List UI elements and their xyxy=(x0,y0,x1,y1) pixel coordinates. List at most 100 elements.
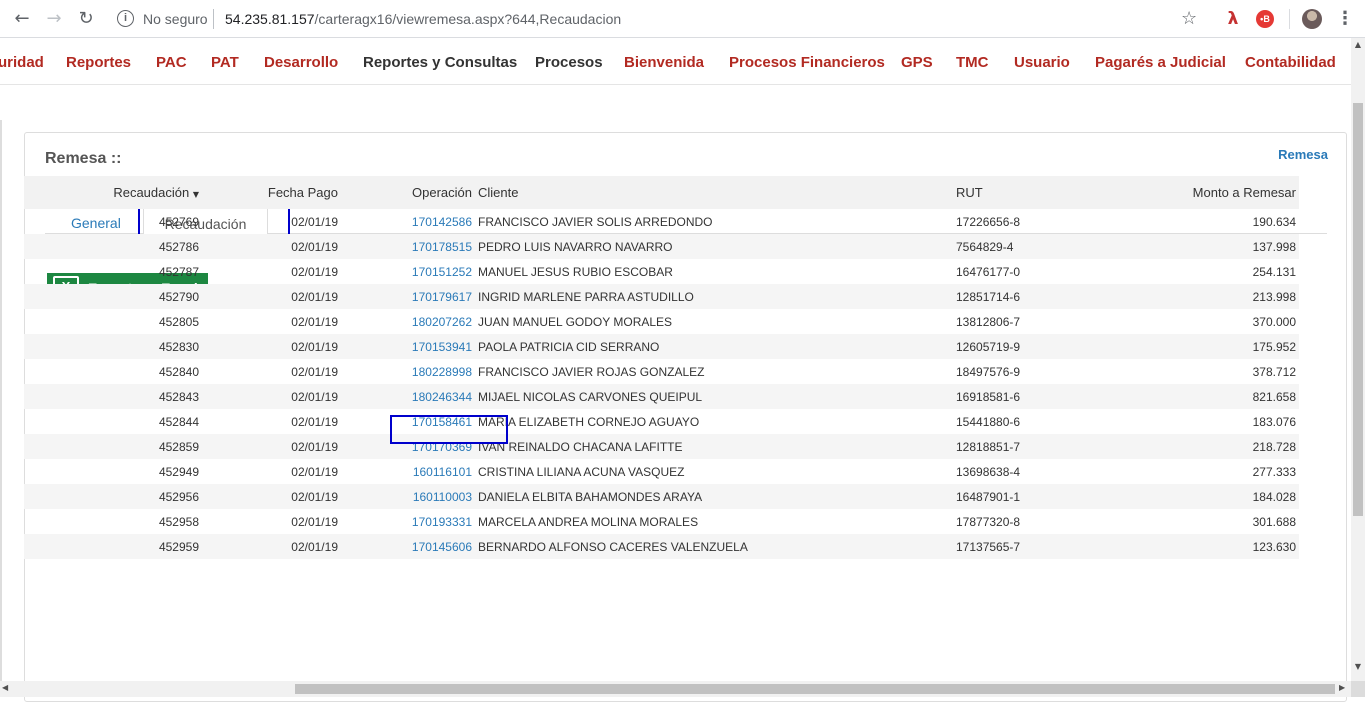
cell-rut: 12851714-6 xyxy=(953,284,1128,309)
vertical-scrollbar[interactable]: ▲ ▼ xyxy=(1351,38,1365,681)
operacion-link[interactable]: 170178515 xyxy=(412,240,472,254)
cell-monto: 183.076 xyxy=(1252,414,1296,429)
profile-avatar[interactable] xyxy=(1302,9,1322,29)
cell-monto: 184.028 xyxy=(1128,484,1299,509)
horizontal-scroll-thumb[interactable] xyxy=(295,684,1335,694)
nav-item-pac[interactable]: PAC xyxy=(156,54,187,71)
cell-rut: 15441880-6 xyxy=(956,414,1021,429)
cell-rut: 17137565-7 xyxy=(953,534,1128,559)
operacion-link[interactable]: 170145606 xyxy=(412,540,472,554)
extension-badge-icon[interactable]: •B xyxy=(1256,10,1274,28)
column-header-fecha-pago[interactable]: Fecha Pago xyxy=(202,176,341,209)
nav-item-tmc[interactable]: TMC xyxy=(956,54,989,71)
scroll-left-icon[interactable]: ◀ xyxy=(2,683,8,692)
left-border xyxy=(0,120,2,681)
table-row: 452840 02/01/19 180228998 FRANCISCO JAVIER … xyxy=(24,359,1299,384)
table-row: 452844 02/01/19 170158461 MARIA ELIZABETH C… xyxy=(24,409,1299,434)
pdf-extension-icon[interactable]: λ xyxy=(1224,9,1242,29)
nav-item-contabilidad[interactable]: Contabilidad xyxy=(1245,54,1336,71)
cell-recaudacion: 452859 xyxy=(24,434,202,459)
cell-fecha-pago: 02/01/19 xyxy=(291,514,338,529)
cell-monto: 137.998 xyxy=(1128,234,1299,259)
nav-item-reportes[interactable]: Reportes xyxy=(66,54,131,71)
operacion-link[interactable]: 170153941 xyxy=(412,340,472,354)
cell-fecha-pago: 02/01/19 xyxy=(291,264,338,279)
cell-cliente: MARIA ELIZABETH CORNEJO AGUAYO xyxy=(478,414,700,429)
back-arrow-icon[interactable]: ← xyxy=(11,8,33,30)
table-header-row: Recaudación ▼ Fecha Pago Operación Clien… xyxy=(24,176,1299,209)
scroll-right-icon[interactable]: ▶ xyxy=(1339,683,1345,692)
cell-cliente: MARCELA ANDREA MOLINA MORALES xyxy=(478,514,699,529)
table-row: 452959 02/01/19 170145606 BERNARDO ALFONSO … xyxy=(24,534,1299,559)
remesa-link[interactable]: Remesa xyxy=(1278,147,1328,162)
cell-fecha-pago: 02/01/19 xyxy=(291,364,338,379)
operacion-link[interactable]: 170179617 xyxy=(412,290,472,304)
column-header-rut[interactable]: RUT xyxy=(953,176,1128,209)
cell-operacion: 170151252 xyxy=(341,259,475,284)
nav-item-pagares-judicial[interactable]: Pagarés a Judicial xyxy=(1095,54,1226,71)
nav-item-desarrollo[interactable]: Desarrollo xyxy=(264,54,338,71)
scroll-up-icon[interactable]: ▲ xyxy=(1351,40,1365,52)
cell-monto: 378.712 xyxy=(1252,364,1296,379)
toolbar-divider xyxy=(1289,9,1290,29)
nav-item-reportes-consultas[interactable]: Reportes y Consultas xyxy=(363,54,517,71)
cell-cliente: PAOLA PATRICIA CID SERRANO xyxy=(475,334,953,359)
vertical-scroll-thumb[interactable] xyxy=(1353,103,1363,516)
table-row: 452786 02/01/19 170178515 PEDRO LUIS NAVARR… xyxy=(24,234,1299,259)
browser-menu-icon[interactable]: ⋮ xyxy=(1336,8,1354,29)
address-bar[interactable]: 54.235.81.157/carteragx16/viewremesa.asp… xyxy=(225,11,621,27)
operacion-link[interactable]: 170151252 xyxy=(412,265,472,279)
table-row: 452843 02/01/19 180246344 MIJAEL NICOLAS CA… xyxy=(24,384,1299,409)
table-row: 452956 02/01/19 160110003 DANIELA ELBITA BA… xyxy=(24,484,1299,509)
cell-fecha-pago: 02/01/19 xyxy=(291,314,338,329)
cell-cliente: FRANCISCO JAVIER ROJAS GONZALEZ xyxy=(478,364,705,379)
table-row: 452830 02/01/19 170153941 PAOLA PATRICIA CI… xyxy=(24,334,1299,359)
cell-cliente: BERNARDO ALFONSO CACERES VALENZUELA xyxy=(475,534,953,559)
table-row: 452949 02/01/19 160116101 CRISTINA LILIANA … xyxy=(24,459,1299,484)
operacion-link[interactable]: 170193331 xyxy=(412,515,472,529)
operacion-link[interactable]: 170142586 xyxy=(412,215,472,229)
reload-icon[interactable]: ↻ xyxy=(75,8,97,30)
horizontal-scrollbar[interactable]: ◀ ▶ xyxy=(0,681,1351,697)
main-nav: uridad Reportes PAC PAT Desarrollo Repor… xyxy=(0,38,1351,85)
column-header-recaudacion[interactable]: Recaudación ▼ xyxy=(24,176,202,209)
nav-item-pat[interactable]: PAT xyxy=(211,54,239,71)
cell-operacion: 170142586 xyxy=(341,209,475,234)
cell-fecha-pago: 02/01/19 xyxy=(291,414,338,429)
cell-recaudacion: 452949 xyxy=(158,464,199,479)
operacion-link[interactable]: 160116101 xyxy=(413,465,472,479)
cell-cliente: MANUEL JESUS RUBIO ESCOBAR xyxy=(478,264,673,279)
scroll-down-icon[interactable]: ▼ xyxy=(1351,662,1365,674)
operacion-link[interactable]: 180246344 xyxy=(412,390,472,404)
column-header-monto[interactable]: Monto a Remesar xyxy=(1128,176,1299,209)
table-row: 452859 02/01/19 170170369 IVAN REINALDO CHA… xyxy=(24,434,1299,459)
column-header-cliente[interactable]: Cliente xyxy=(475,176,953,209)
cell-recaudacion: 452958 xyxy=(158,514,199,529)
nav-item-bienvenida[interactable]: Bienvenida xyxy=(624,54,704,71)
cell-operacion: 180246344 xyxy=(341,384,475,409)
cell-monto: 190.634 xyxy=(1252,214,1296,229)
column-header-operacion[interactable]: Operación xyxy=(341,176,475,209)
cell-recaudacion: 452805 xyxy=(158,314,199,329)
cell-monto: 123.630 xyxy=(1128,534,1299,559)
nav-item-procesos-financieros[interactable]: Procesos Financieros xyxy=(729,54,885,71)
cell-fecha-pago: 02/01/19 xyxy=(202,534,341,559)
forward-arrow-icon[interactable]: → xyxy=(43,8,65,30)
operacion-link[interactable]: 180207262 xyxy=(412,315,472,329)
nav-item-gps[interactable]: GPS xyxy=(901,54,933,71)
info-icon[interactable]: i xyxy=(117,10,134,27)
nav-item-seguridad[interactable]: uridad xyxy=(0,54,44,71)
operacion-link[interactable]: 160110003 xyxy=(413,490,472,504)
cell-monto: 254.131 xyxy=(1252,264,1296,279)
cell-rut: 17877320-8 xyxy=(956,514,1021,529)
nav-item-procesos[interactable]: Procesos xyxy=(535,54,603,71)
bookmark-star-icon[interactable]: ☆ xyxy=(1181,8,1197,29)
operacion-link[interactable]: 180228998 xyxy=(412,365,472,379)
cell-operacion: 170179617 xyxy=(341,284,475,309)
cell-recaudacion: 452844 xyxy=(158,414,199,429)
address-divider xyxy=(213,9,214,29)
browser-toolbar: ← → ↻ i No seguro 54.235.81.157/carterag… xyxy=(0,0,1365,38)
url-path: /carteragx16/viewremesa.aspx?644,Recauda… xyxy=(314,11,622,27)
cell-fecha-pago: 02/01/19 xyxy=(202,234,341,259)
nav-item-usuario[interactable]: Usuario xyxy=(1014,54,1070,71)
